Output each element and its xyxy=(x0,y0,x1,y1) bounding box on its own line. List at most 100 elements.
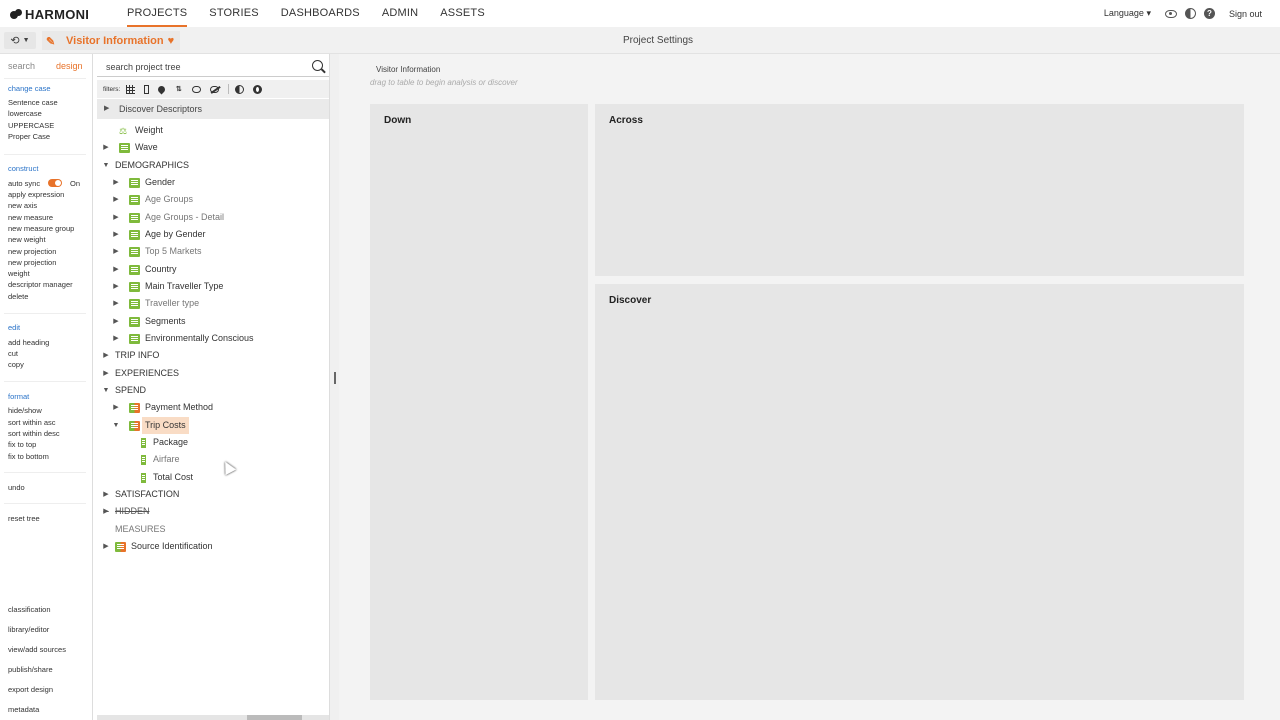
proper-case-action[interactable]: Proper Case xyxy=(8,132,50,141)
pin-filter-icon[interactable] xyxy=(156,84,167,94)
sort-filter-icon[interactable]: ⇅ xyxy=(174,85,183,94)
library-editor-link[interactable]: library/editor xyxy=(8,625,49,634)
tree-node[interactable]: ▶ Source Identification xyxy=(101,538,213,555)
reset-tree-action[interactable]: reset tree xyxy=(8,514,40,523)
add-heading-action[interactable]: add heading xyxy=(8,338,49,347)
fix-top-action[interactable]: fix to top xyxy=(8,440,36,449)
tree-search-input[interactable] xyxy=(106,62,306,72)
expand-arrow-icon[interactable]: ▶ xyxy=(111,243,121,260)
project-settings-title[interactable]: Project Settings xyxy=(623,35,693,46)
contrast-icon[interactable] xyxy=(1184,8,1196,19)
nav-admin[interactable]: ADMIN xyxy=(382,0,418,27)
tree-node[interactable]: ▶ Environmentally Conscious xyxy=(111,330,254,347)
expand-arrow-icon[interactable]: ▶ xyxy=(101,538,111,555)
harmoni-logo[interactable]: HARMONI xyxy=(10,7,89,22)
tree-node[interactable]: ▶ Age by Gender xyxy=(111,226,206,243)
resize-grip-icon[interactable] xyxy=(334,372,336,384)
tree-node[interactable]: ▶ TRIP INFO xyxy=(101,347,159,364)
sort-asc-action[interactable]: sort within asc xyxy=(8,418,56,427)
lowercase-action[interactable]: lowercase xyxy=(8,109,42,118)
export-design-link[interactable]: export design xyxy=(8,685,53,694)
tree-node-hidden[interactable]: ▶ HIDDEN xyxy=(101,503,149,520)
expand-arrow-icon[interactable]: ▶ xyxy=(111,261,121,278)
scrollbar-thumb[interactable] xyxy=(247,715,302,720)
heart-icon[interactable]: ♥ xyxy=(168,35,175,47)
tree-node[interactable]: ▶ Top 5 Markets xyxy=(111,243,202,260)
tree-node[interactable]: ▼ DEMOGRAPHICS xyxy=(101,157,189,174)
tree-node[interactable]: ▶ Age Groups - Detail xyxy=(111,209,224,226)
collapse-arrow-icon[interactable]: ▼ xyxy=(101,382,111,399)
new-axis-action[interactable]: new axis xyxy=(8,201,37,210)
discover-drop-zone[interactable]: Discover xyxy=(595,284,1244,700)
tree-node[interactable]: Airfare xyxy=(141,451,180,468)
hide-icon[interactable] xyxy=(210,85,220,93)
tree-node[interactable]: Total Cost xyxy=(141,469,193,486)
expand-arrow-icon[interactable]: ▶ xyxy=(111,209,121,226)
metadata-link[interactable]: metadata xyxy=(8,705,39,714)
expand-arrow-icon[interactable]: ▶ xyxy=(101,365,111,382)
nav-dashboards[interactable]: DASHBOARDS xyxy=(281,0,360,27)
pencil-icon[interactable]: ✎ xyxy=(46,35,58,48)
cut-action[interactable]: cut xyxy=(8,349,18,358)
undo-action[interactable]: undo xyxy=(8,483,25,492)
sentence-case-action[interactable]: Sentence case xyxy=(8,98,58,107)
full-visibility-icon[interactable] xyxy=(253,84,263,94)
new-measure-action[interactable]: new measure xyxy=(8,213,53,222)
sign-out-link[interactable]: Sign out xyxy=(1229,9,1262,19)
panel-resize-handle[interactable] xyxy=(330,54,339,720)
publish-share-link[interactable]: publish/share xyxy=(8,665,53,674)
nav-stories[interactable]: STORIES xyxy=(209,0,259,27)
half-visibility-icon[interactable] xyxy=(235,84,245,94)
expand-arrow-icon[interactable]: ▶ xyxy=(111,174,121,191)
expand-arrow-icon[interactable]: ▶ xyxy=(111,313,121,330)
expand-arrow-icon[interactable]: ▶ xyxy=(111,191,121,208)
sort-desc-action[interactable]: sort within desc xyxy=(8,429,60,438)
collapse-arrow-icon[interactable]: ▼ xyxy=(101,157,111,174)
expand-arrow-icon[interactable]: ▶ xyxy=(101,347,111,364)
down-drop-zone[interactable]: Down xyxy=(370,104,588,700)
tree-node[interactable]: ▼ SPEND xyxy=(101,382,146,399)
tree-node[interactable]: ⚖ Weight xyxy=(119,122,163,139)
discover-descriptors-node[interactable]: ▶ Discover Descriptors xyxy=(97,99,329,119)
fix-bottom-action[interactable]: fix to bottom xyxy=(8,452,49,461)
help-icon[interactable]: ? xyxy=(1203,8,1215,19)
expand-arrow-icon[interactable]: ▶ xyxy=(111,399,121,416)
search-icon[interactable] xyxy=(312,60,323,71)
history-button[interactable]: ⟲ ▼ xyxy=(4,32,36,49)
expand-arrow-icon[interactable]: ▶ xyxy=(101,139,111,156)
tree-node[interactable]: ▶ Segments xyxy=(111,313,186,330)
tree-node[interactable]: Package xyxy=(141,434,188,451)
new-weight-action[interactable]: new weight xyxy=(8,235,46,244)
copy-action[interactable]: copy xyxy=(8,360,24,369)
language-dropdown[interactable]: Language ▾ xyxy=(1104,8,1151,19)
new-projection-action-2[interactable]: new projection xyxy=(8,258,56,267)
expand-arrow-icon[interactable]: ▶ xyxy=(111,330,121,347)
measure-filter-icon[interactable] xyxy=(144,84,150,94)
expand-arrow-icon[interactable]: ▶ xyxy=(111,295,121,312)
apply-expression-action[interactable]: apply expression xyxy=(8,190,64,199)
expand-arrow-icon[interactable]: ▶ xyxy=(111,226,121,243)
tab-search[interactable]: search xyxy=(8,61,35,71)
auto-sync-toggle[interactable] xyxy=(48,179,62,187)
tree-node-selected[interactable]: ▼ Trip Costs xyxy=(111,417,189,434)
tree-node[interactable]: ▶ Wave xyxy=(101,139,158,156)
expand-arrow-icon[interactable]: ▶ xyxy=(101,503,111,520)
tree-node[interactable]: ▶ Main Traveller Type xyxy=(111,278,223,295)
collapse-arrow-icon[interactable]: ▼ xyxy=(111,417,121,434)
tree-node[interactable]: ▶ Country xyxy=(111,261,177,278)
nav-projects[interactable]: PROJECTS xyxy=(127,0,188,27)
view-add-sources-link[interactable]: view/add sources xyxy=(8,645,66,654)
delete-action[interactable]: delete xyxy=(8,292,28,301)
weight-action[interactable]: weight xyxy=(8,269,30,278)
descriptor-manager-action[interactable]: descriptor manager xyxy=(8,280,73,289)
horizontal-scrollbar[interactable] xyxy=(97,715,329,720)
tree-node[interactable]: ▶ Age Groups xyxy=(111,191,193,208)
uppercase-action[interactable]: UPPERCASE xyxy=(8,121,54,130)
classification-link[interactable]: classification xyxy=(8,605,51,614)
nav-assets[interactable]: ASSETS xyxy=(440,0,485,27)
tab-design[interactable]: design xyxy=(56,61,83,71)
show-icon[interactable] xyxy=(192,85,202,93)
tree-node[interactable]: ▶ SATISFACTION xyxy=(101,486,179,503)
hide-show-action[interactable]: hide/show xyxy=(8,406,42,415)
tree-node[interactable]: ▶ Traveller type xyxy=(111,295,199,312)
